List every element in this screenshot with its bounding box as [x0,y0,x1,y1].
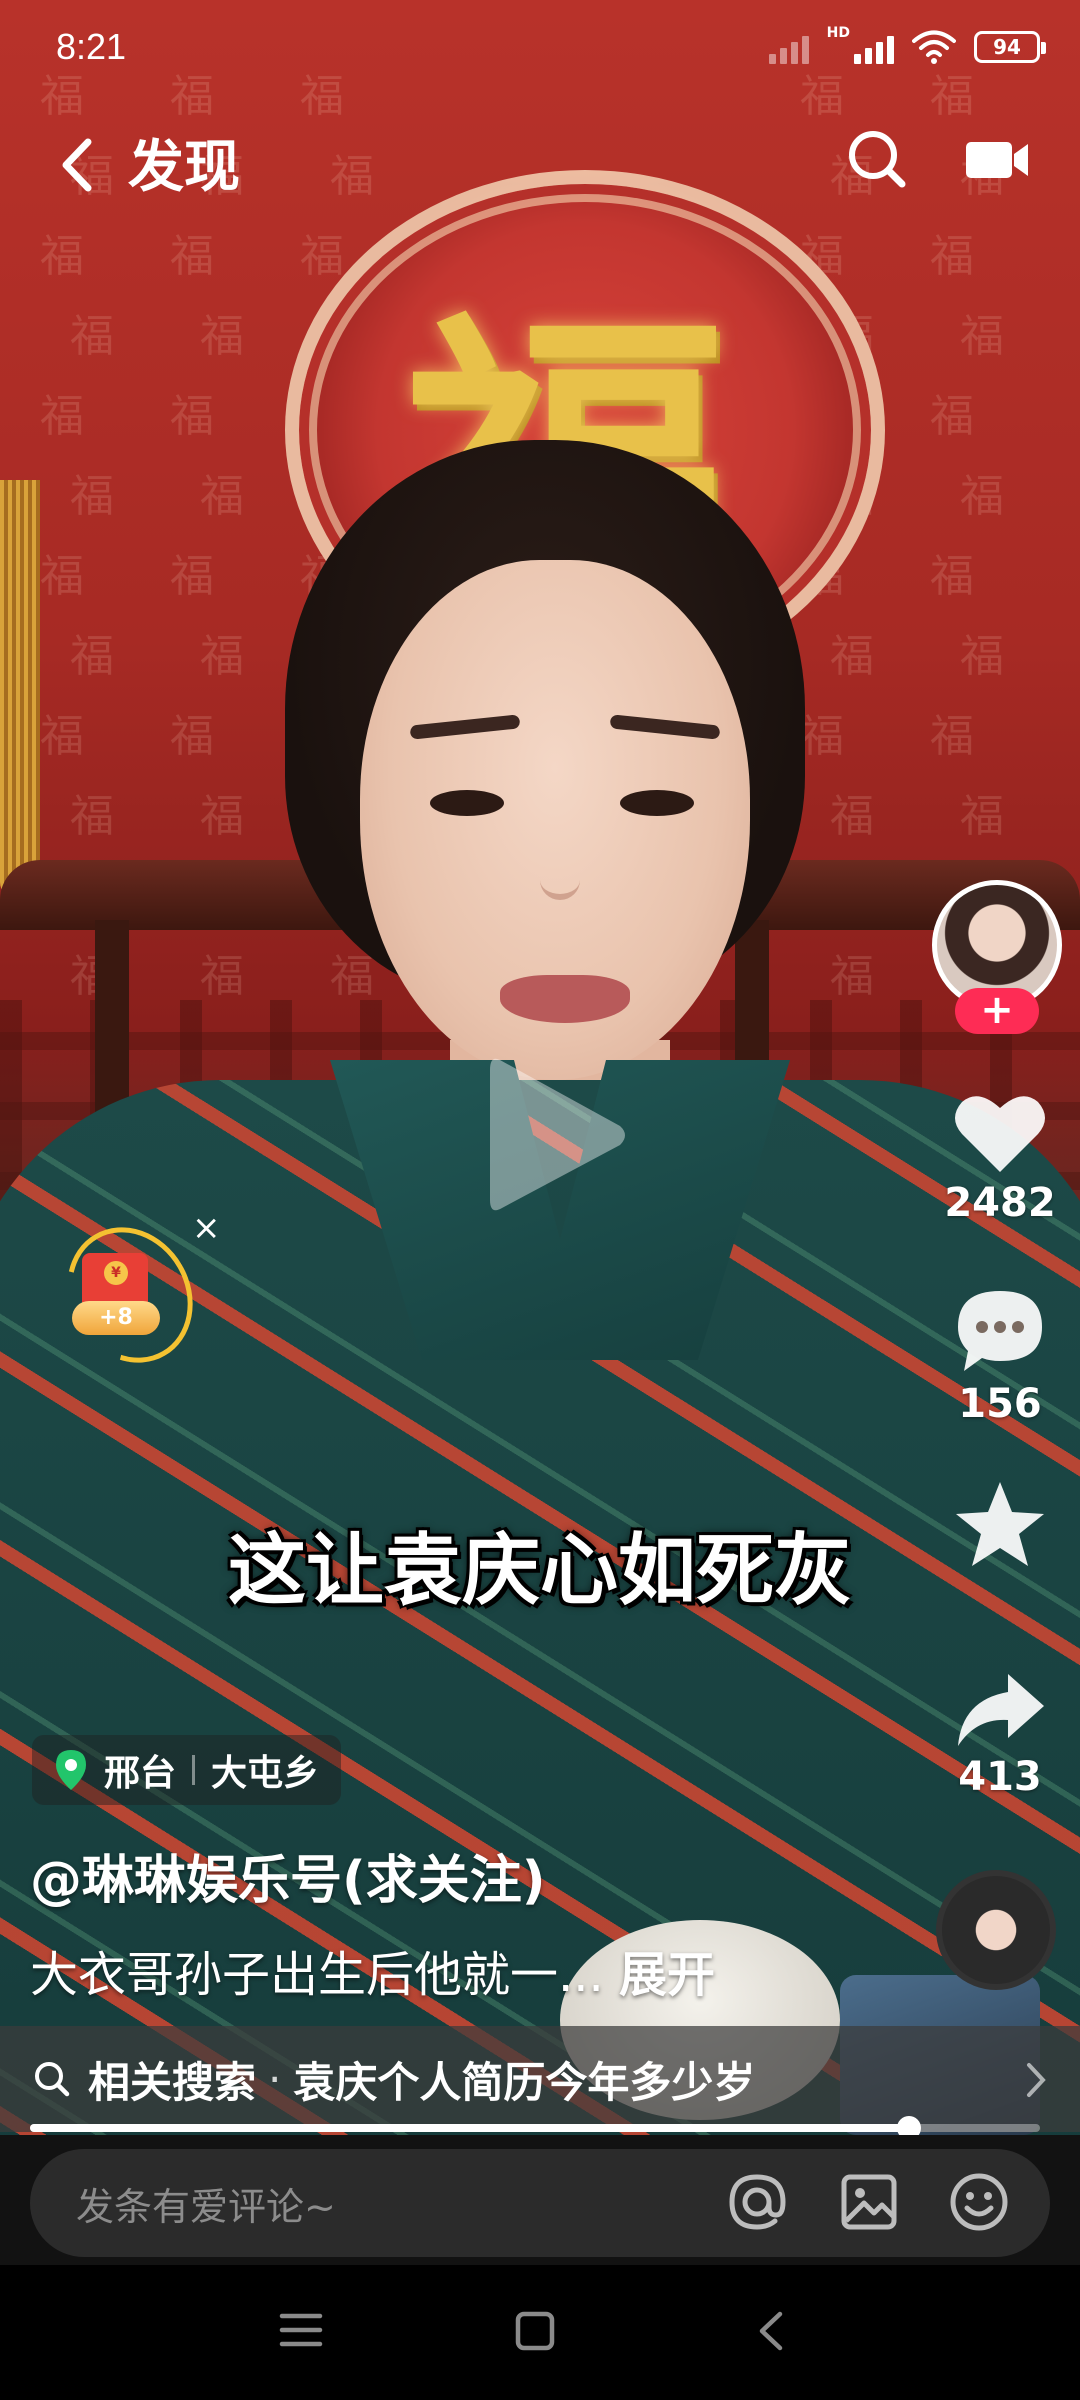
background-glyph: 福 [800,711,844,762]
video-caption[interactable]: 大衣哥孙子出生后他就一... 展开 [30,1935,715,2005]
at-icon[interactable] [726,2171,788,2233]
background-glyph: 福 [70,631,114,682]
background-glyph: 福 [70,471,114,522]
red-envelope-widget[interactable]: ¥ +8 [43,1204,217,1386]
envelope-coin: ¥ [104,1261,128,1285]
background-glyph: 福 [70,311,114,362]
caption-text: 大衣哥孙子出生后他就一... [30,1947,604,2003]
background-glyph: 福 [170,231,214,282]
share-arrow-icon [958,1674,1044,1746]
background-glyph: 福 [40,711,84,762]
background-glyph: 福 [960,311,1004,362]
like-button[interactable]: 2482 [930,1090,1070,1226]
chevron-right-icon [1027,2063,1046,2097]
background-glyph: 福 [830,631,874,682]
location-town: 大屯乡 [211,1753,320,1794]
status-time: 8:21 [56,26,127,67]
video-progress-bar[interactable] [30,2116,1040,2140]
background-glyph: 福 [200,791,244,842]
background-glyph: 福 [930,551,974,602]
location-divider [192,1755,196,1785]
comment-bar: 发条有爱评论~ [0,2135,1080,2265]
close-icon[interactable]: × [192,1208,221,1248]
follow-button[interactable]: + [955,988,1039,1034]
comment-count: 156 [958,1381,1042,1427]
background-glyph: 福 [70,791,114,842]
battery-level: 94 [993,35,1021,59]
background-glyph: 福 [200,311,244,362]
comment-bubble-icon [958,1291,1042,1371]
background-glyph: 福 [960,791,1004,842]
progress-fill [30,2124,909,2132]
related-search-bar[interactable]: 相关搜索 · 袁庆个人简历今年多少岁 [0,2026,1080,2132]
emoji-icon[interactable] [948,2171,1010,2233]
background-glyph: 福 [930,711,974,762]
background-glyph: 福 [40,391,84,442]
expand-link[interactable]: 展开 [619,1947,715,2003]
person-eye [430,790,504,816]
background-glyph: 福 [40,231,84,282]
wifi-icon [912,30,956,64]
home-square-icon[interactable] [514,2310,556,2352]
status-icons: HD 94 [768,25,1046,64]
chevron-left-icon[interactable] [50,130,110,200]
search-icon[interactable] [842,124,912,194]
background-glyph: 福 [960,471,1004,522]
music-disc-avatar[interactable] [936,1870,1056,1990]
envelope-bonus: +8 [72,1301,160,1335]
comment-placeholder: 发条有爱评论~ [76,2184,336,2229]
background-glyph: 福 [830,951,874,1002]
related-search-separator: · [268,2054,282,2104]
video-camera-icon[interactable] [962,130,1032,190]
person-eye [620,790,694,816]
status-bar: 8:21 HD 94 [0,0,1080,100]
menu-icon[interactable] [278,2310,324,2350]
video-subtitle: 这让袁庆心如死灰 [227,1525,852,1616]
signal-dim-icon [768,30,809,64]
heart-icon [955,1096,1045,1172]
person-nose [540,830,580,900]
related-search-query: 袁庆个人简历今年多少岁 [293,2057,756,2107]
background-glyph: 福 [200,471,244,522]
system-nav-bar [0,2265,1080,2400]
top-nav: 发现 [0,110,1080,220]
network-type: HD [826,25,850,41]
person-lips [500,975,630,1023]
location-chip[interactable]: 邢台 大屯乡 [32,1735,342,1805]
page-title: 发现 [128,135,240,200]
image-icon[interactable] [838,2171,900,2233]
battery-icon: 94 [974,31,1046,63]
background-glyph: 福 [170,391,214,442]
background-glyph: 福 [830,791,874,842]
background-tassel [0,480,40,900]
background-glyph: 福 [930,231,974,282]
share-button[interactable]: 413 [930,1670,1070,1800]
background-glyph: 福 [200,951,244,1002]
like-count: 2482 [944,1180,1056,1226]
related-search-label: 相关搜索 [88,2057,257,2107]
background-glyph: 福 [170,711,214,762]
location-pin-icon [56,1750,86,1790]
background-glyph: 福 [170,551,214,602]
background-glyph: 福 [40,551,84,602]
background-glyph: 福 [930,391,974,442]
signal-icon [854,30,894,64]
author-handle[interactable]: @琳琳娱乐号(求关注) [30,1838,546,1913]
comment-button[interactable]: 156 [930,1285,1070,1427]
search-icon [35,2062,70,2097]
background-glyph: 福 [300,231,344,282]
location-city: 邢台 [104,1753,177,1794]
play-icon[interactable] [480,1050,630,1220]
background-glyph: 福 [200,631,244,682]
share-count: 413 [958,1754,1042,1800]
background-glyph: 福 [960,631,1004,682]
back-chevron-icon[interactable] [754,2310,788,2352]
